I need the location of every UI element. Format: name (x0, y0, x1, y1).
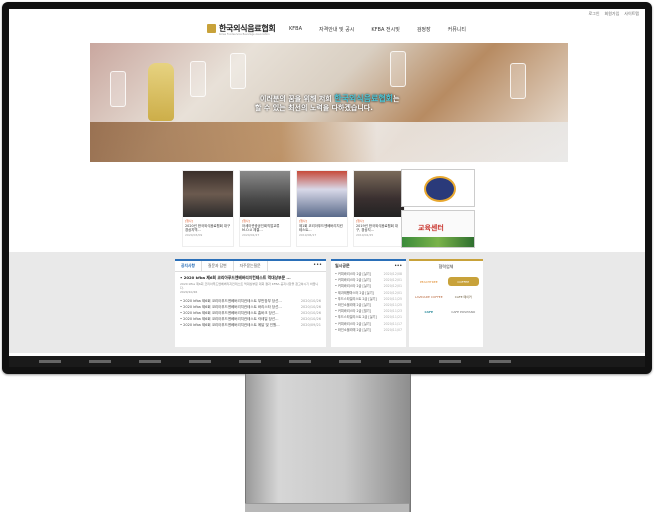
footer-bar (9, 356, 645, 367)
education-center-banner[interactable]: 교육센터 (401, 210, 475, 248)
hero-glass-image (190, 61, 206, 97)
join-link[interactable]: 회원가입 (605, 11, 620, 17)
news-card-photo (240, 171, 290, 217)
monitor-stand-base (245, 503, 409, 512)
tab-faq[interactable]: 자주묻는질문 (234, 261, 268, 271)
monitor-bezel: 로그인 회원가입 사이트맵 한국외식음료협회 Korea Foodservice… (2, 2, 652, 374)
news-card-tag: [행사] (242, 219, 250, 223)
hero-glass-image (110, 71, 126, 107)
nav-item-exhibition[interactable]: KFBA 전시및 (371, 26, 399, 33)
tab-notice[interactable]: 공지사항 (175, 261, 202, 271)
footer-logo[interactable] (39, 360, 61, 363)
list-item-date: 2020/11/07 (383, 327, 402, 332)
hero-glass-image (510, 63, 526, 99)
news-card-title: 2020년 한국외식음료협회 대구경상지역... (185, 224, 231, 232)
sitemap-link[interactable]: 사이트맵 (624, 11, 639, 17)
footer-logo[interactable] (439, 360, 461, 363)
hero-headline-post: 는 (393, 95, 400, 103)
footer-logo[interactable] (189, 360, 211, 363)
partner-logo[interactable]: CAFE POSITANO (448, 307, 480, 316)
partner-logo[interactable]: CAFE 메이커 (448, 292, 480, 301)
nav-item-kfba[interactable]: KFBA (289, 26, 302, 33)
news-card-photo (354, 171, 404, 217)
partner-logo[interactable]: PEACHTREE (413, 277, 445, 286)
partner-logo[interactable]: COFFEE (447, 277, 479, 286)
partner-logo[interactable]: CAFE (413, 307, 445, 316)
news-card-title: 2019년 한국외식음료협회 대구, 경상지... (356, 224, 398, 232)
news-card[interactable]: [행사] 2019년 한국외식음료협회 대구, 경상지... 2019/02/2… (353, 170, 405, 247)
notice-headline-date: 2020/10/26 (180, 290, 198, 294)
list-item-title: • 2020 kfba 제6회 코리아푸드엔베버리지컨테스트 메달 및 인원..… (180, 323, 280, 327)
logo-mark-icon (207, 24, 216, 33)
news-card-tag: [행사] (185, 219, 193, 223)
news-card-title: 아세아관광공인회직업교류 M.O.U 체결... (242, 224, 280, 232)
nav-item-qualification[interactable]: 자격안내 및 공시 (319, 26, 354, 33)
contest-banner[interactable] (401, 169, 475, 207)
schedule-header: 일시공문 ••• (335, 263, 402, 269)
news-card-date: 2020/03/09 (185, 233, 203, 237)
trees-image (402, 237, 474, 247)
logo-subtitle: Korea Foodservice Beverage Association (219, 33, 270, 36)
news-card[interactable]: [행사] 2020년 한국외식음료협회 대구경상지역... 2020/03/09 (182, 170, 234, 247)
monitor-stand (245, 374, 411, 512)
hero-headline-pre: 이러분의 꿈을 위해 저희 (260, 95, 332, 103)
list-item-title: • 와인소믈리에 2급 [실기] (335, 327, 371, 332)
news-card-date: 2020/02/27 (242, 233, 260, 237)
news-card-photo (183, 171, 233, 217)
partners-panel: 협력업체 PEACHTREE COFFEE LAVIDADE COFFEE CA… (409, 259, 483, 347)
partner-logos: PEACHTREE COFFEE LAVIDADE COFFEE CAFE 메이… (409, 273, 483, 320)
news-cards: [행사] 2020년 한국외식음료협회 대구경상지역... 2020/03/09… (182, 170, 405, 247)
main-nav: KFBA 자격안내 및 공시 KFBA 전시및 검정장 커뮤니티 (289, 26, 466, 33)
notice-more-button[interactable]: ••• (313, 262, 322, 268)
hero-glass-image (390, 51, 406, 87)
news-card-date: 2019/06/17 (299, 233, 317, 237)
utility-bar: 로그인 회원가입 사이트맵 (588, 11, 639, 17)
list-item[interactable]: • 2020 kfba 제6회 코리아푸드엔베버리지컨테스트 메달 및 인원..… (180, 322, 321, 328)
schedule-list: • 커피바리스타 2급 [실기] 2020/12/08 • 커피바리스타 2급 [… (335, 271, 402, 333)
footer-logo[interactable] (139, 360, 161, 363)
list-item-date: 2020/09/21 (300, 323, 321, 327)
hero-glass-image (230, 53, 246, 89)
notice-tabs: 공지사항 질문과 답변 자주묻는질문 (175, 261, 326, 272)
tab-qna[interactable]: 질문과 답변 (202, 261, 234, 271)
partners-title: 협력업체 (438, 264, 454, 269)
notice-panel: 공지사항 질문과 답변 자주묻는질문 ••• • 2020 kfba 제6회 코… (175, 259, 326, 347)
footer-logo[interactable] (489, 360, 511, 363)
news-card-tag: [행사] (299, 219, 307, 223)
news-card-title: 제1회 코리아푸드엔베버리지컨테스트... (299, 224, 343, 232)
content-band (9, 252, 645, 353)
schedule-title: 일시공문 (335, 263, 350, 268)
schedule-more-button[interactable]: ••• (394, 263, 402, 269)
footer-logo[interactable] (89, 360, 111, 363)
footer-logo[interactable] (389, 360, 411, 363)
news-card[interactable]: [행사] 아세아관광공인회직업교류 M.O.U 체결... 2020/02/27 (239, 170, 291, 247)
news-card-tag: [행사] (356, 219, 364, 223)
contest-badge-icon (424, 176, 456, 202)
education-center-label: 교육센터 (418, 224, 444, 232)
list-item[interactable]: • 와인소믈리에 2급 [실기] 2020/11/07 (335, 327, 402, 333)
partner-logo[interactable]: LAVIDADE COFFEE (413, 292, 445, 301)
footer-logo[interactable] (339, 360, 361, 363)
notice-headline[interactable]: • 2020 kfba 제6회 코리아푸드엔베버리지컨테스트 먹대상부문 ... (180, 275, 321, 281)
notice-list: • 2020 kfba 제6회 코리아푸드엔베버리지컨테스트 부반장부 당선..… (180, 298, 321, 328)
hero-banner: 이러분의 꿈을 위해 저희 한국외식음료협회는 할 수 있는 최선의 노력을 다… (90, 43, 568, 162)
hero-subline: 할 수 있는 최선의 노력을 다하겠습니다. (255, 104, 373, 112)
schedule-panel: 일시공문 ••• • 커피바리스타 2급 [실기] 2020/12/08 • 커피… (331, 259, 406, 347)
news-card-date: 2019/02/25 (356, 233, 374, 237)
notice-summary: 2020 kfba 제6회 코리아푸드엔베버리지컨테스트 먹대상부문 대회 결과… (180, 282, 319, 290)
browser-screen: 로그인 회원가입 사이트맵 한국외식음료협회 Korea Foodservice… (9, 9, 645, 367)
hero-bottle-image (148, 63, 174, 121)
hero-table-image (90, 122, 568, 162)
site-logo[interactable]: 한국외식음료협회 Korea Foodservice Beverage Asso… (207, 23, 276, 36)
footer-logo[interactable] (239, 360, 261, 363)
hero-headline-highlight: 한국외식음료협회 (334, 94, 394, 103)
login-link[interactable]: 로그인 (588, 11, 599, 17)
nav-item-exam-center[interactable]: 검정장 (417, 26, 431, 33)
footer-logo[interactable] (289, 360, 311, 363)
side-banners: 교육센터 (401, 169, 475, 248)
nav-item-community[interactable]: 커뮤니티 (448, 26, 466, 33)
news-card-photo (297, 171, 347, 217)
news-card[interactable]: [행사] 제1회 코리아푸드엔베버리지컨테스트... 2019/06/17 (296, 170, 348, 247)
